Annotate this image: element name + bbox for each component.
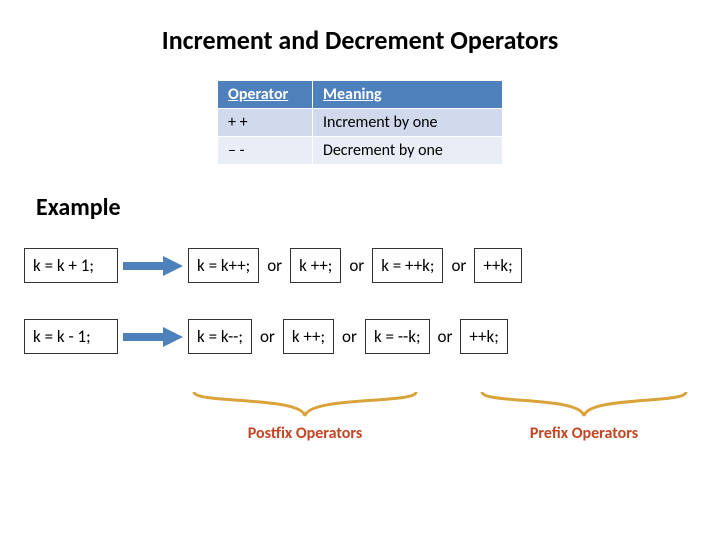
expr-original: k = k + 1; bbox=[24, 248, 118, 283]
expr-postfix-assign: k = k--; bbox=[188, 319, 252, 354]
page-title: Increment and Decrement Operators bbox=[0, 0, 720, 56]
cell-mean: Decrement by one bbox=[313, 137, 503, 165]
example-heading: Example bbox=[36, 193, 720, 222]
label-prefix: Prefix Operators bbox=[478, 424, 690, 443]
brace-postfix: Postfix Operators bbox=[190, 390, 420, 420]
or-text: or bbox=[341, 255, 372, 276]
table-row: + + Increment by one bbox=[218, 109, 503, 137]
expr-postfix-assign: k = k++; bbox=[188, 248, 259, 283]
example-row: k = k - 1; k = k--; or k ++; or k = --k;… bbox=[0, 319, 720, 354]
or-text: or bbox=[443, 255, 474, 276]
expr-prefix-assign: k = ++k; bbox=[372, 248, 443, 283]
or-text: or bbox=[259, 255, 290, 276]
expr-postfix: k ++; bbox=[283, 319, 334, 354]
expr-prefix: ++k; bbox=[474, 248, 521, 283]
label-postfix: Postfix Operators bbox=[190, 424, 420, 443]
table-row: – - Decrement by one bbox=[218, 137, 503, 165]
operator-table: Operator Meaning + + Increment by one – … bbox=[217, 80, 503, 165]
cell-op: + + bbox=[218, 109, 313, 137]
or-text: or bbox=[252, 326, 283, 347]
arrow-icon bbox=[118, 256, 188, 276]
or-text: or bbox=[334, 326, 365, 347]
arrow-icon bbox=[118, 327, 188, 347]
expr-prefix-assign: k = --k; bbox=[365, 319, 430, 354]
expr-postfix: k ++; bbox=[290, 248, 341, 283]
th-operator: Operator bbox=[218, 81, 313, 109]
brace-prefix: Prefix Operators bbox=[478, 390, 690, 420]
expr-original: k = k - 1; bbox=[24, 319, 118, 354]
or-text: or bbox=[430, 326, 461, 347]
th-meaning: Meaning bbox=[313, 81, 503, 109]
example-row: k = k + 1; k = k++; or k ++; or k = ++k;… bbox=[0, 248, 720, 283]
expr-prefix: ++k; bbox=[460, 319, 507, 354]
cell-op: – - bbox=[218, 137, 313, 165]
cell-mean: Increment by one bbox=[313, 109, 503, 137]
